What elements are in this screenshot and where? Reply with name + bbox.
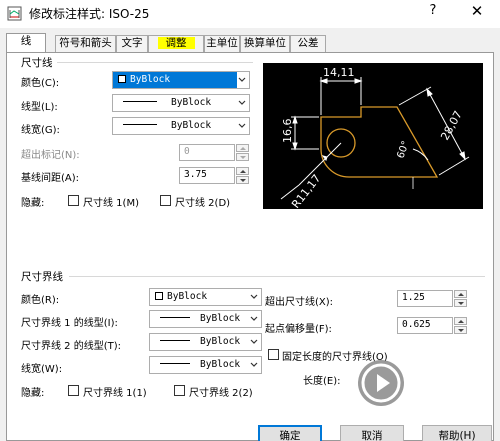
suppress-ext-line2-checkbox[interactable] [174,385,185,396]
ext-linetype1-label: 尺寸界线 1 的线型(I): [21,318,118,329]
group-divider [69,276,485,277]
origin-offset-label: 起点偏移量(F): [265,324,332,335]
dimension-style-icon [7,6,22,21]
dim-right-text: 28,07 [438,109,465,143]
chevron-down-icon [250,339,258,344]
tab-alternate-units[interactable]: 换算单位 [240,35,290,52]
preview-canvas: 14,11 16,6 28,07 60° R11,17 [263,63,483,211]
extend-beyond-spinner[interactable]: 1.25 [397,290,467,307]
group-divider [57,62,253,63]
ext-lines-group-label: 尺寸界线 [21,271,63,283]
dim-color-label: 颜色(C): [21,78,60,89]
window-title: 修改标注样式: ISO-25 [29,7,150,21]
dim-linetype-label: 线型(L): [21,102,58,113]
ext-suppress-label: 隐藏: [21,388,45,399]
dim-angle-text: 60° [395,140,411,160]
chevron-down-icon [238,100,246,105]
spin-up-button[interactable] [236,167,249,175]
ext-linetype2-label: 尺寸界线 2 的线型(T): [21,341,121,352]
dim-lineweight-label: 线宽(G): [21,125,60,136]
suppress-dim-line2-checkbox[interactable] [160,195,171,206]
close-button[interactable]: ✕ [466,2,488,24]
tab-strip: 线 符号和箭头 文字 调整 主单位 换算单位 公差 [6,33,496,52]
help-dialog-button[interactable]: 帮助(H) [422,425,492,441]
suppress-dim-line1-label: 尺寸线 1(M) [83,198,139,209]
tab-symbols-arrows[interactable]: 符号和箭头 [55,35,116,52]
suppress-dim-line1-checkbox[interactable] [68,195,79,206]
chevron-down-icon [238,123,246,128]
chevron-down-icon [250,362,258,367]
dim-suppress-label: 隐藏: [21,198,45,209]
suppress-ext-line2-label: 尺寸界线 2(2) [189,388,253,399]
line-sample [160,363,190,364]
dim-lineweight-select[interactable]: ByBlock [112,117,250,135]
spin-up-button[interactable] [454,290,467,298]
watermark: 溜溜自学 ZIXUE.3D66.COM [354,356,500,416]
length-label: 长度(E): [303,376,341,387]
line-sample [160,317,190,318]
dim-color-select[interactable]: ByBlock [112,71,250,89]
dim-top-text: 14,11 [323,66,355,79]
spin-down-button[interactable] [454,299,467,307]
ext-lineweight-select[interactable]: ByBlock [149,356,262,374]
spin-down-button[interactable] [454,326,467,334]
spin-up-button[interactable] [454,317,467,325]
suppress-dim-line2-label: 尺寸线 2(D) [175,198,231,209]
chevron-down-icon [250,316,258,321]
dimension-preview-drawing: 14,11 16,6 28,07 60° R11,17 [280,66,470,211]
extend-ticks-spinner[interactable]: 0 [179,144,249,161]
watermark-name: 溜溜自学 [409,364,490,386]
ext-color-select[interactable]: ByBlock [149,288,262,306]
chevron-down-icon [238,77,246,82]
ext-linetype1-select[interactable]: ByBlock [149,310,262,328]
tab-lines[interactable]: 线 [6,33,46,52]
part-outline [320,106,439,178]
ok-button[interactable]: 确定 [258,425,322,441]
extend-ticks-label: 超出标记(N): [21,150,80,161]
tab-primary-units[interactable]: 主单位 [204,35,240,52]
tab-fit[interactable]: 调整 [148,35,204,52]
suppress-ext-line1-label: 尺寸界线 1(1) [83,388,147,399]
dim-left-text: 16,6 [281,119,294,144]
suppress-ext-line1-checkbox[interactable] [68,385,79,396]
ext-color-label: 颜色(R): [21,295,60,306]
baseline-spacing-spinner[interactable]: 3.75 [179,167,249,184]
fixed-length-checkbox[interactable] [268,349,279,360]
play-logo-icon [358,360,404,406]
color-swatch [155,292,163,300]
extend-beyond-label: 超出尺寸线(X): [265,297,334,308]
tab-tolerances[interactable]: 公差 [290,35,326,52]
color-swatch [118,75,126,83]
tab-text[interactable]: 文字 [116,35,148,52]
spin-down-button[interactable] [236,153,249,161]
line-sample [123,101,157,102]
chevron-down-icon [250,294,258,299]
origin-offset-spinner[interactable]: 0.625 [397,317,467,334]
baseline-spacing-label: 基线间距(A): [21,173,80,184]
cancel-button[interactable]: 取消 [340,425,404,441]
spin-up-button[interactable] [236,144,249,152]
watermark-url: ZIXUE.3D66.COM [410,389,471,397]
ext-linetype2-select[interactable]: ByBlock [149,333,262,351]
ext-lineweight-label: 线宽(W): [21,364,63,375]
title-bar: 修改标注样式: ISO-25 ? ✕ [0,0,500,28]
line-sample [123,124,157,125]
dim-lines-group-label: 尺寸线 [21,57,53,69]
line-sample [160,340,190,341]
dim-linetype-select[interactable]: ByBlock [112,94,250,112]
help-button[interactable]: ? [424,3,442,23]
spin-down-button[interactable] [236,176,249,184]
